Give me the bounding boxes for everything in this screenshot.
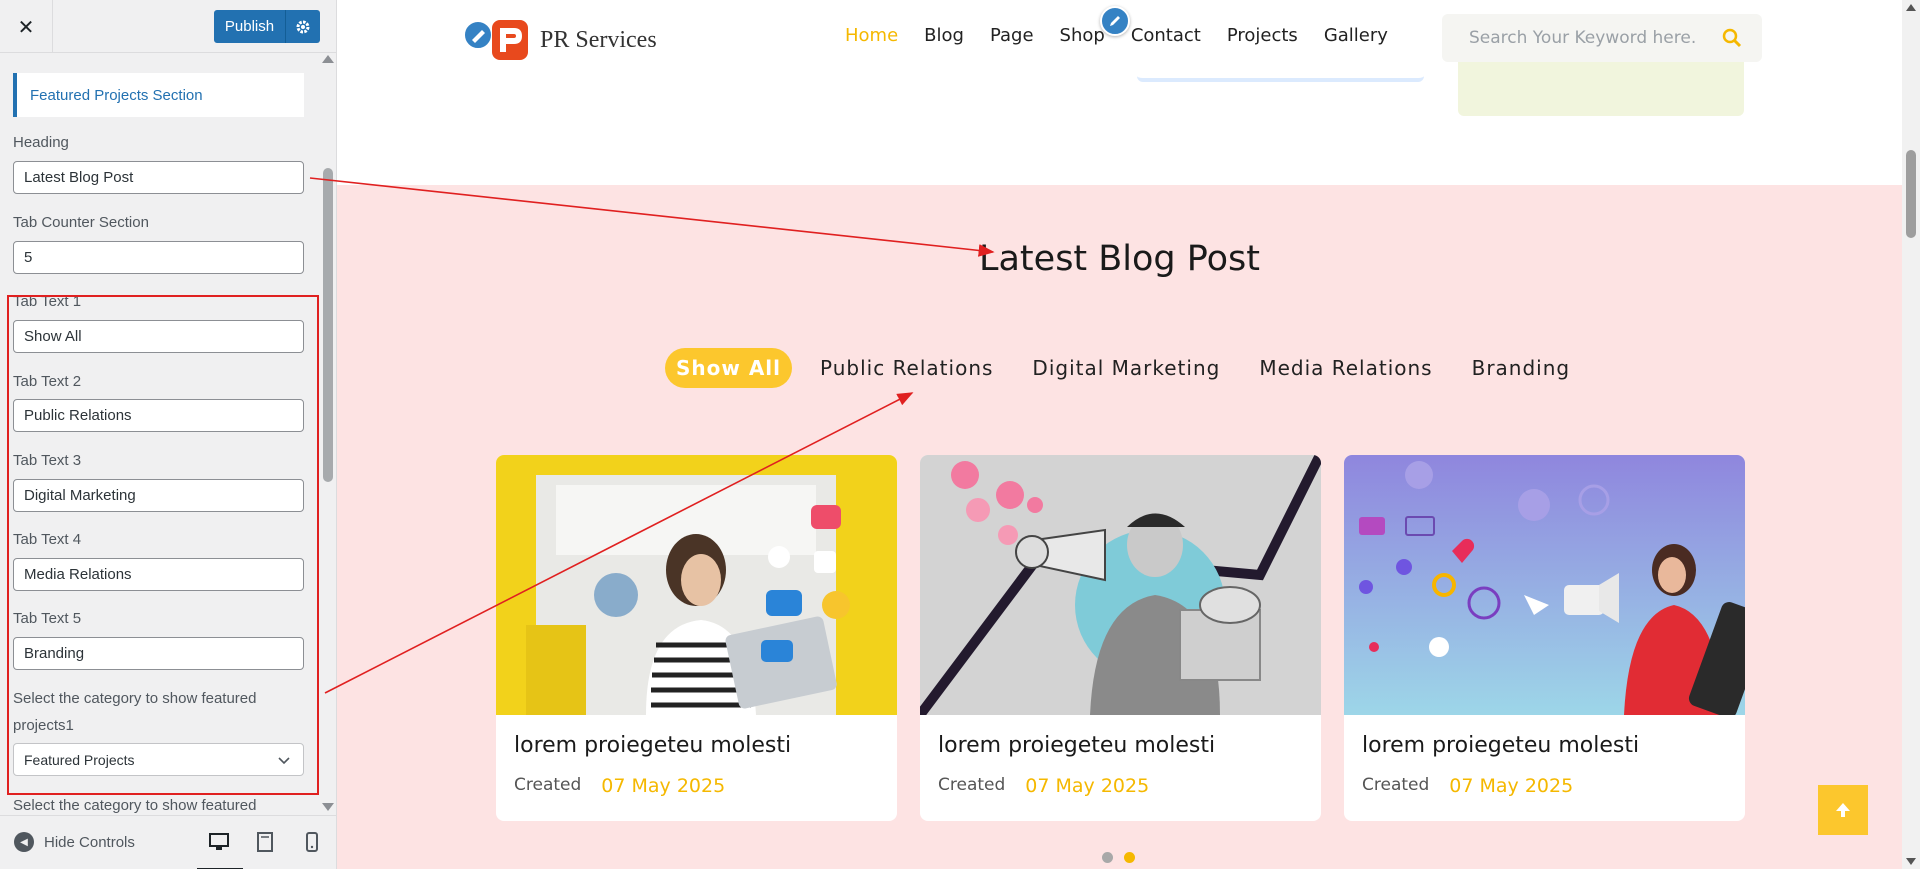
site-header: PR Services Home Blog Page Shop Contact …	[337, 0, 1902, 185]
blog-tabs: Show All Public Relations Digital Market…	[665, 348, 1598, 388]
collapse-arrow-icon: ◀	[14, 832, 34, 852]
nav-item-home[interactable]: Home	[845, 25, 898, 46]
tab-text-4-input[interactable]: Media Relations	[13, 558, 304, 591]
previous-card-edge-green	[1458, 62, 1744, 116]
tab-media-relations[interactable]: Media Relations	[1248, 348, 1443, 388]
tablet-icon[interactable]	[253, 830, 277, 854]
carousel-dot-active[interactable]	[1124, 852, 1135, 863]
card-date: 07 May 2025	[1449, 775, 1574, 797]
search-icon[interactable]	[1722, 28, 1742, 53]
search-placeholder: Search Your Keyword here.	[1469, 28, 1697, 48]
chevron-down-icon	[277, 753, 291, 770]
hide-controls-button[interactable]: ◀ Hide Controls	[14, 832, 135, 852]
nav-item-shop[interactable]: Shop	[1060, 25, 1105, 46]
logo-text: PR Services	[540, 26, 657, 53]
publish-button[interactable]: Publish	[214, 10, 285, 43]
tab-text-4-label: Tab Text 4	[13, 531, 82, 548]
carousel-dot[interactable]	[1102, 852, 1113, 863]
logo-mark-icon	[463, 20, 528, 60]
site-preview: PR Services Home Blog Page Shop Contact …	[337, 0, 1920, 869]
publish-group: Publish	[214, 10, 320, 43]
card-title[interactable]: lorem proiegeteu molesti	[938, 733, 1215, 758]
card-meta: Created 07 May 2025	[514, 775, 725, 797]
page-scrollbar[interactable]	[1902, 0, 1920, 869]
tab-text-1-label: Tab Text 1	[13, 293, 82, 310]
nav-item-blog[interactable]: Blog	[924, 25, 964, 46]
carousel-dots	[1102, 852, 1135, 863]
page-scroll-thumb[interactable]	[1906, 150, 1916, 238]
tab-text-3-label: Tab Text 3	[13, 452, 82, 469]
screen: ✕ Publish Featured Projects Section Head…	[0, 0, 1920, 869]
card-created-label: Created	[1362, 775, 1430, 795]
site-logo[interactable]: PR Services	[462, 18, 657, 62]
heading-label: Heading	[13, 134, 69, 151]
category-select-label-2: Select the category to show featured	[13, 797, 257, 814]
arrow-up-icon[interactable]	[1818, 785, 1868, 835]
tab-text-2-input[interactable]: Public Relations	[13, 399, 304, 432]
mobile-icon[interactable]	[300, 830, 324, 854]
sidebar-scroll-thumb[interactable]	[323, 168, 333, 482]
nav-item-projects[interactable]: Projects	[1227, 25, 1298, 46]
card-date: 07 May 2025	[601, 775, 726, 797]
tab-text-1-input[interactable]: Show All	[13, 320, 304, 353]
nav-item-contact[interactable]: Contact	[1131, 25, 1201, 46]
scroll-up-arrow-icon[interactable]	[322, 55, 334, 63]
tab-digital-marketing[interactable]: Digital Marketing	[1021, 348, 1231, 388]
card-meta: Created 07 May 2025	[1362, 775, 1573, 797]
blog-card[interactable]: lorem proiegeteu molesti Created 07 May …	[920, 455, 1321, 821]
search-input[interactable]: Search Your Keyword here.	[1442, 14, 1762, 62]
heading-input[interactable]: Latest Blog Post	[13, 161, 304, 194]
category-select-label: Select the category to show featured pro…	[13, 690, 257, 734]
customizer-footer: ◀ Hide Controls	[0, 815, 336, 869]
tab-counter-input[interactable]: 5	[13, 241, 304, 274]
scroll-down-arrow-icon[interactable]	[322, 803, 334, 811]
category-select[interactable]: Featured Projects	[13, 743, 304, 776]
tab-counter-label: Tab Counter Section	[13, 214, 149, 231]
previous-card-edge	[1137, 62, 1424, 82]
tab-text-2-label: Tab Text 2	[13, 373, 82, 390]
nav-item-page[interactable]: Page	[990, 25, 1034, 46]
edit-shortcut-pencil-icon[interactable]	[1100, 6, 1130, 36]
card-image-woman-laptop	[496, 455, 897, 715]
customizer-header: ✕ Publish	[0, 0, 336, 53]
sidebar-scrollbar[interactable]	[320, 53, 336, 815]
tab-text-5-input[interactable]: Branding	[13, 637, 304, 670]
blog-card[interactable]: lorem proiegeteu molesti Created 07 May …	[496, 455, 897, 821]
card-created-label: Created	[514, 775, 582, 795]
nav-item-gallery[interactable]: Gallery	[1324, 25, 1388, 46]
blog-heading: Latest Blog Post	[978, 239, 1260, 279]
card-date: 07 May 2025	[1025, 775, 1150, 797]
section-title: Featured Projects Section	[13, 73, 304, 117]
category-select-value: Featured Projects	[24, 751, 135, 768]
tab-text-3-input[interactable]: Digital Marketing	[13, 479, 304, 512]
card-created-label: Created	[938, 775, 1006, 795]
page-scroll-down-icon[interactable]	[1906, 858, 1916, 865]
tab-public-relations[interactable]: Public Relations	[809, 348, 1004, 388]
blog-card[interactable]: lorem proiegeteu molesti Created 07 May …	[1344, 455, 1745, 821]
customizer-controls: Featured Projects Section Heading Latest…	[0, 53, 320, 815]
card-image-man-megaphone	[920, 455, 1321, 715]
close-icon[interactable]: ✕	[0, 0, 53, 53]
publish-settings-gear-icon[interactable]	[285, 10, 320, 43]
card-image-woman-megaphone	[1344, 455, 1745, 715]
tab-show-all[interactable]: Show All	[665, 348, 793, 388]
card-title[interactable]: lorem proiegeteu molesti	[1362, 733, 1639, 758]
tab-text-5-label: Tab Text 5	[13, 610, 82, 627]
tab-branding[interactable]: Branding	[1461, 348, 1582, 388]
page-scroll-up-icon[interactable]	[1906, 4, 1916, 11]
card-meta: Created 07 May 2025	[938, 775, 1149, 797]
desktop-icon[interactable]	[197, 830, 243, 869]
customizer-sidebar: ✕ Publish Featured Projects Section Head…	[0, 0, 337, 869]
blog-section: Latest Blog Post Show All Public Relatio…	[337, 185, 1902, 869]
hide-controls-label: Hide Controls	[44, 833, 135, 851]
card-title[interactable]: lorem proiegeteu molesti	[514, 733, 791, 758]
